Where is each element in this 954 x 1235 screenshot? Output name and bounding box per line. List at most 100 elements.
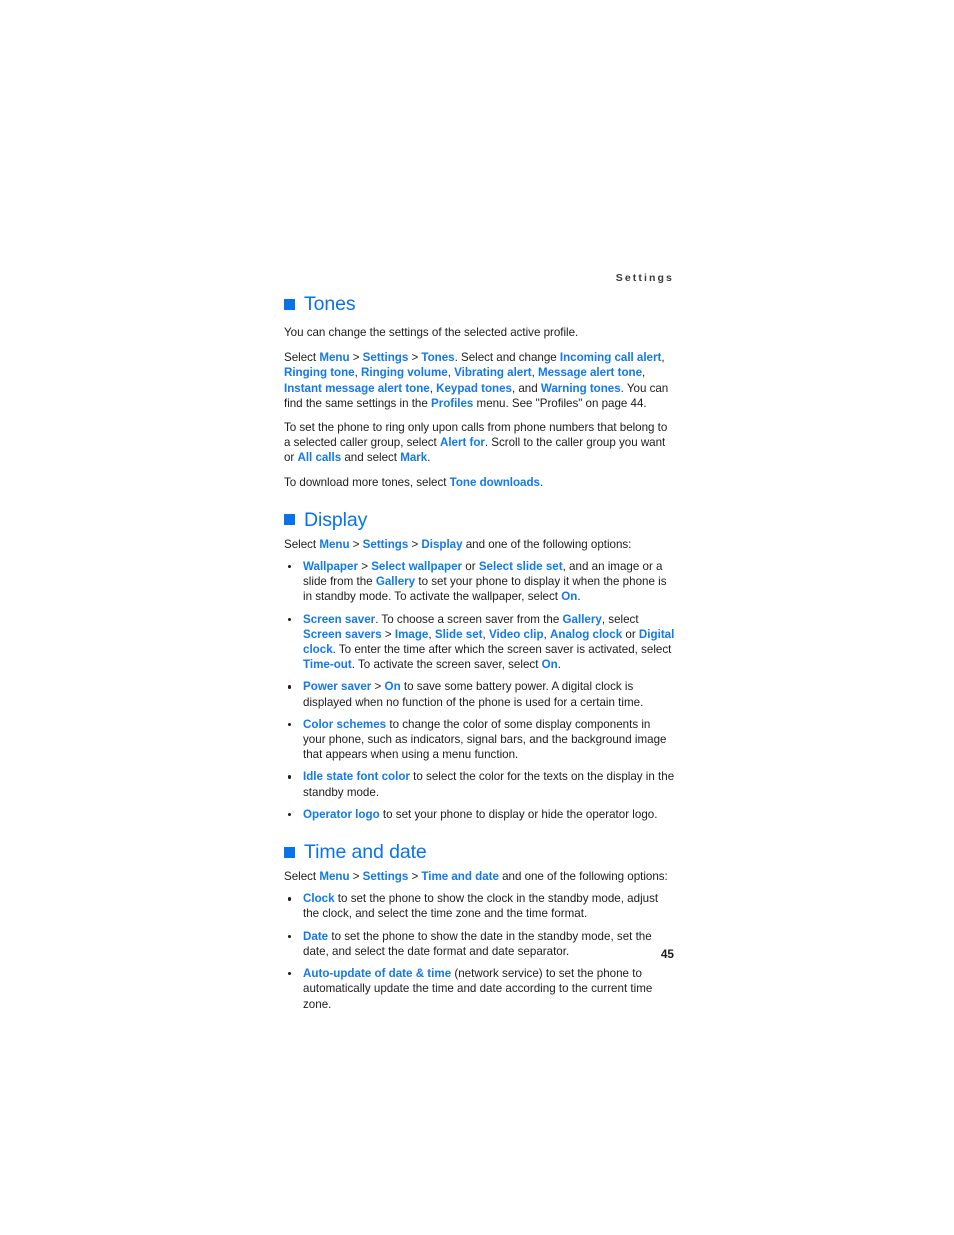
paragraph-tones-downloads: To download more tones, select Tone down…: [284, 475, 676, 490]
section-heading-display: Display: [284, 508, 676, 532]
ui-term: Operator logo: [303, 807, 380, 821]
list-item: Idle state font color to select the colo…: [284, 769, 676, 799]
square-bullet-icon: [284, 846, 295, 858]
path-separator: >: [371, 680, 385, 694]
path-separator: >: [349, 351, 363, 365]
section-heading-time-and-date: Time and date: [284, 840, 676, 864]
bullet-dot-icon: [288, 685, 292, 689]
text-run: To download more tones, select: [284, 475, 450, 489]
text-run: .: [557, 658, 561, 672]
ui-term: Keypad tones: [436, 381, 512, 395]
paragraph-tones-caller-group: To set the phone to ring only upon calls…: [284, 420, 676, 466]
path-separator: >: [349, 870, 363, 884]
text-run: , and: [511, 381, 541, 395]
ui-term: Screen saver: [303, 612, 376, 626]
manual-page: Settings Tones You can change the settin…: [0, 0, 954, 1235]
text-run: to set the phone to show the clock in th…: [303, 892, 659, 921]
text-run: . To enter the time after which the scre…: [332, 643, 672, 657]
ui-term: Select wallpaper: [371, 560, 463, 574]
text-run: and one of the following options:: [462, 537, 632, 551]
section-heading-time-and-date-label: Time and date: [304, 841, 427, 864]
bullet-dot-icon: [288, 972, 292, 976]
paragraph-display-select: Select Menu > Settings > Display and one…: [284, 537, 676, 552]
square-bullet-icon: [284, 514, 295, 526]
ui-term: Menu: [319, 537, 350, 551]
list-item-text: Idle state font color to select the colo…: [303, 770, 674, 798]
text-run: . Select and change: [454, 351, 560, 365]
ui-term: Vibrating alert: [454, 366, 532, 380]
section-heading-display-label: Display: [304, 508, 368, 531]
ui-term: Slide set: [434, 627, 483, 641]
list-item: Operator logo to set your phone to displ…: [284, 807, 676, 822]
ui-term: Power saver: [303, 680, 372, 694]
list-item: Auto-update of date & time (network serv…: [284, 966, 676, 1012]
text-run: , select: [601, 612, 639, 626]
ui-term: Ringing volume: [361, 366, 448, 380]
square-bullet-icon: [284, 298, 295, 310]
bullet-dot-icon: [288, 934, 292, 939]
ui-term: Profiles: [430, 396, 474, 410]
paragraph-tones-select: Select Menu > Settings > Tones. Select a…: [284, 350, 676, 411]
list-item: Power saver > On to save some battery po…: [284, 679, 676, 709]
display-options-list: Wallpaper > Select wallpaper or Select s…: [284, 559, 676, 822]
ui-term: Gallery: [375, 575, 416, 589]
ui-term: Warning tones: [540, 381, 621, 395]
ui-term: On: [561, 590, 578, 604]
ui-term: Message alert tone: [537, 366, 642, 380]
path-separator: >: [357, 560, 372, 574]
ui-term: Incoming call alert: [559, 351, 662, 365]
list-item: Color schemes to change the color of som…: [284, 717, 676, 763]
text-run: or: [622, 627, 639, 641]
list-item: Clock to set the phone to show the clock…: [284, 891, 676, 921]
bullet-dot-icon: [288, 812, 292, 817]
ui-term: Display: [421, 537, 463, 551]
bullet-dot-icon: [288, 897, 292, 901]
bullet-dot-icon: [288, 565, 292, 569]
paragraph-tones-intro: You can change the settings of the selec…: [284, 325, 676, 340]
text-run: .: [539, 475, 544, 489]
text-run: or: [462, 560, 479, 574]
list-item-text: Clock to set the phone to show the clock…: [303, 892, 658, 920]
bullet-dot-icon: [288, 775, 292, 779]
path-separator: >: [408, 537, 422, 551]
ui-term: Settings: [362, 351, 409, 365]
list-item-text: Color schemes to change the color of som…: [303, 718, 667, 761]
list-item: Screen saver. To choose a screen saver f…: [284, 612, 676, 673]
ui-term: Settings: [362, 537, 409, 551]
list-item-text: Screen saver. To choose a screen saver f…: [303, 613, 674, 672]
ui-term: Idle state font color: [303, 770, 410, 784]
ui-term: Screen savers: [303, 627, 382, 641]
ui-term: Menu: [319, 870, 350, 884]
ui-term: Tone downloads: [449, 475, 540, 489]
text-run: and one of the following options:: [498, 870, 668, 884]
list-item-text: Auto-update of date & time (network serv…: [303, 967, 652, 1010]
text-run: ,: [661, 351, 665, 365]
ui-term: Time-out: [303, 658, 352, 672]
ui-term: Clock: [303, 892, 335, 906]
list-item-text: Operator logo to set your phone to displ…: [303, 808, 657, 821]
ui-term: Instant message alert tone: [284, 381, 430, 395]
ui-term: Select slide set: [478, 560, 563, 574]
ui-term: Ringing tone: [284, 366, 355, 380]
text-run: ,: [642, 366, 646, 380]
text-run: . To choose a screen saver from the: [375, 612, 563, 626]
text-run: .: [577, 590, 581, 604]
section-heading-tones-label: Tones: [304, 293, 356, 315]
ui-term: Alert for: [439, 436, 485, 450]
ui-term: Gallery: [562, 612, 602, 626]
path-separator: >: [408, 870, 422, 884]
text-run: menu. See "Profiles" on page 44.: [473, 396, 647, 410]
page-number: 45: [660, 947, 674, 961]
ui-term: All calls: [297, 451, 342, 465]
text-run: Select: [284, 351, 320, 365]
bullet-dot-icon: [288, 617, 292, 622]
bullet-dot-icon: [288, 722, 292, 727]
path-separator: >: [381, 627, 395, 641]
ui-term: Color schemes: [303, 717, 387, 731]
section-heading-tones: Tones: [284, 292, 676, 316]
text-run: . To activate the screen saver, select: [351, 658, 542, 672]
ui-term: Auto-update of date & time: [303, 967, 452, 981]
text-run: .: [427, 451, 431, 465]
text-run: Select: [284, 870, 320, 884]
ui-term: Image: [394, 627, 429, 641]
